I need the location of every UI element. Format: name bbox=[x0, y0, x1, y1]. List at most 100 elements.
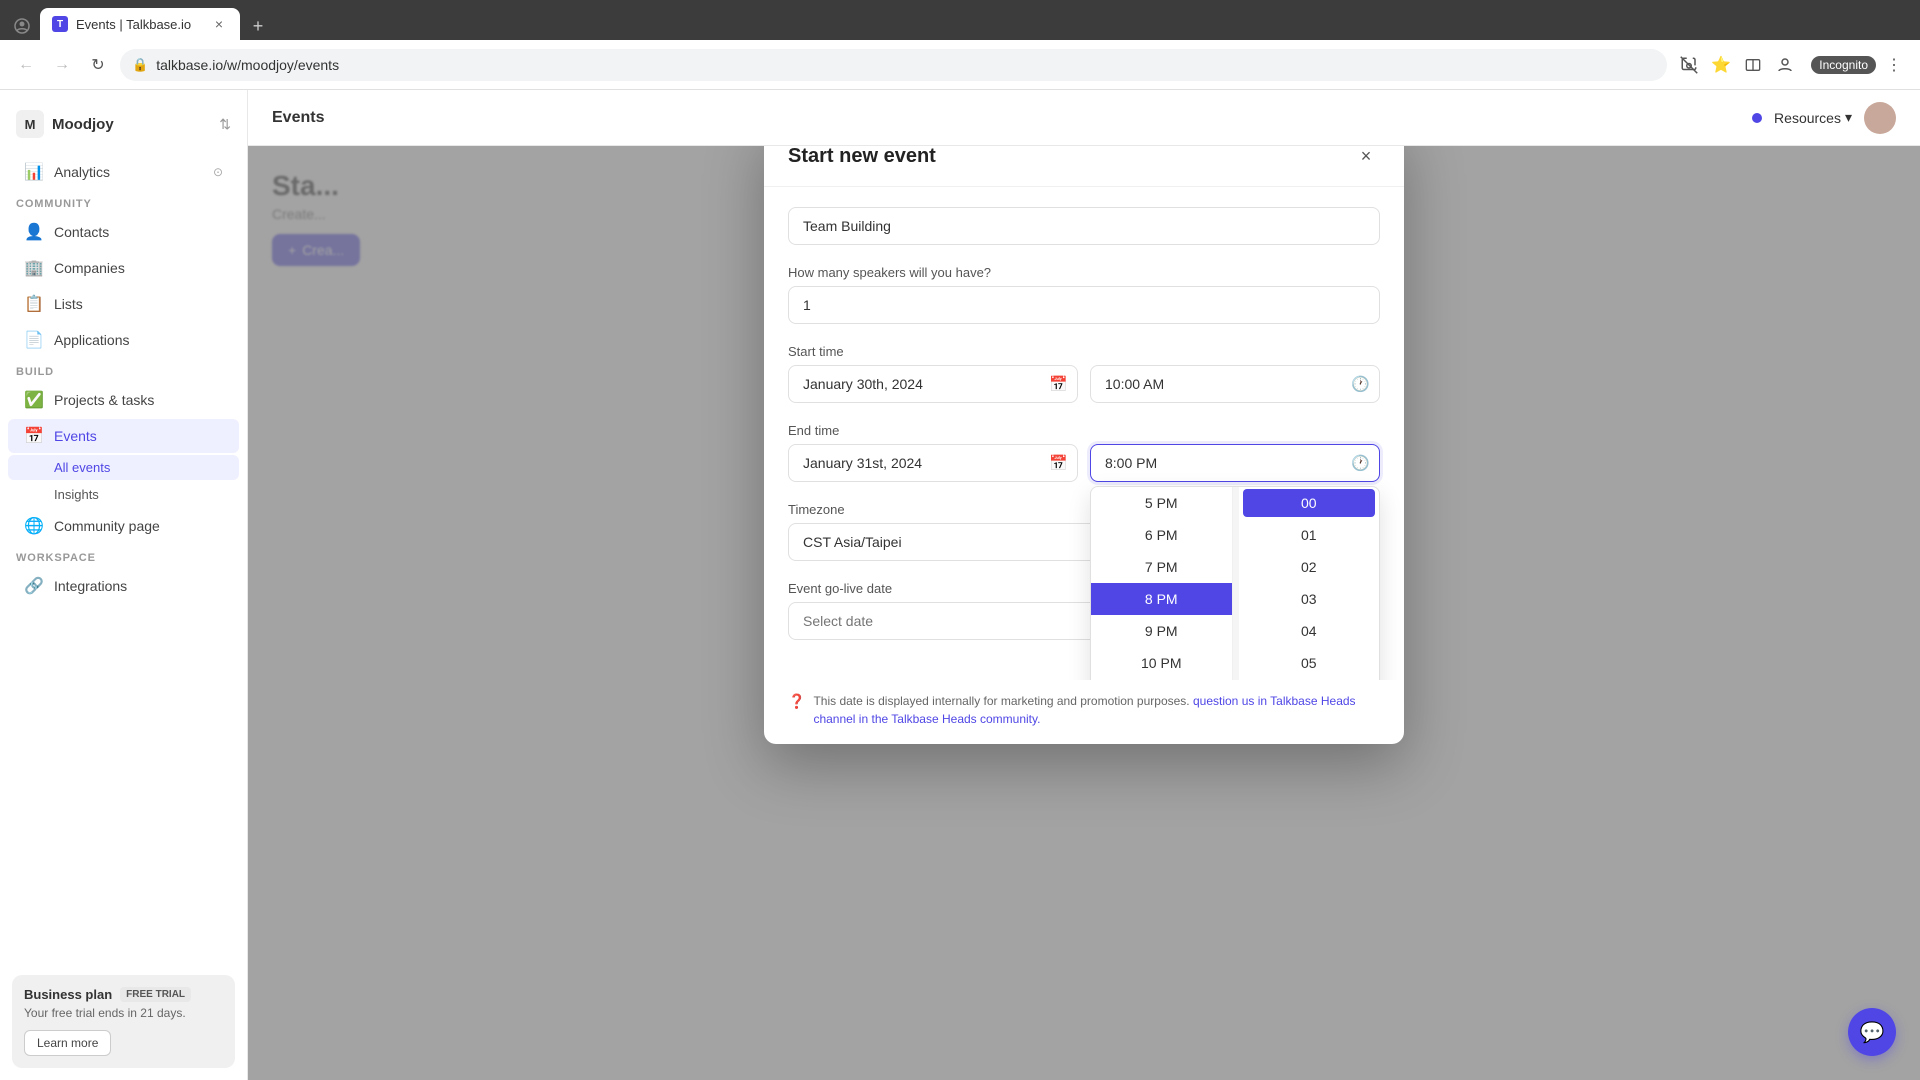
tab-close-button[interactable]: × bbox=[210, 15, 228, 33]
reload-button[interactable]: ↻ bbox=[84, 51, 112, 79]
bp-subtitle: Your free trial ends in 21 days. bbox=[24, 1006, 223, 1020]
hour-7pm[interactable]: 7 PM bbox=[1091, 551, 1232, 583]
modal-footer-note: ❓ This date is displayed internally for … bbox=[764, 680, 1404, 744]
sidebar-label-lists: Lists bbox=[54, 296, 83, 312]
bp-title-row: Business plan FREE TRIAL bbox=[24, 987, 223, 1002]
back-button[interactable]: ← bbox=[12, 51, 40, 79]
end-date-time-row: 📅 🕐 bbox=[788, 444, 1380, 482]
start-date-time-row: 📅 🕐 bbox=[788, 365, 1380, 403]
address-bar-actions: ⭐ Incognito ⋮ bbox=[1675, 51, 1908, 79]
minute-01[interactable]: 01 bbox=[1239, 519, 1380, 551]
analytics-badge: ⊙ bbox=[213, 165, 223, 179]
minute-02[interactable]: 02 bbox=[1239, 551, 1380, 583]
end-time-picker-container: 🕐 5 PM 6 PM 7 PM bbox=[1090, 444, 1380, 482]
modal-overlay: Start new event × How many speakers will… bbox=[248, 146, 1920, 1080]
modal-close-button[interactable]: × bbox=[1352, 146, 1380, 170]
sidebar-label-events: Events bbox=[54, 428, 97, 444]
start-time-wrap: 🕐 bbox=[1090, 365, 1380, 403]
resources-button[interactable]: Resources ▾ bbox=[1774, 109, 1852, 126]
sidebar-brand-name: Moodjoy bbox=[52, 116, 211, 133]
sidebar-item-applications[interactable]: 📄 Applications bbox=[8, 323, 239, 357]
online-status-dot bbox=[1752, 113, 1762, 123]
sidebar-sub-label-all-events: All events bbox=[54, 460, 110, 475]
community-page-icon: 🌐 bbox=[24, 516, 44, 536]
sidebar-brand-header[interactable]: M Moodjoy ⇅ bbox=[0, 102, 247, 146]
note-text: This date is displayed internally for ma… bbox=[813, 692, 1380, 728]
end-time-field: End time 📅 🕐 bbox=[788, 423, 1380, 482]
sidebar-item-community-page[interactable]: 🌐 Community page bbox=[8, 509, 239, 543]
hour-11pm[interactable]: 11 PM bbox=[1091, 679, 1232, 680]
workspace-section-label: WORKSPACE bbox=[0, 544, 247, 568]
start-time-input[interactable] bbox=[1090, 365, 1380, 403]
page-title: Events bbox=[272, 109, 1752, 127]
content-area: Sta... Create... + Crea... Start new eve… bbox=[248, 146, 1920, 1080]
hour-9pm[interactable]: 9 PM bbox=[1091, 615, 1232, 647]
profile-icon[interactable] bbox=[8, 12, 36, 40]
start-date-input[interactable] bbox=[788, 365, 1078, 403]
minute-04[interactable]: 04 bbox=[1239, 615, 1380, 647]
sidebar-item-lists[interactable]: 📋 Lists bbox=[8, 287, 239, 321]
end-calendar-icon: 📅 bbox=[1049, 454, 1068, 472]
end-date-input[interactable] bbox=[788, 444, 1078, 482]
sidebar-sub-label-insights: Insights bbox=[54, 487, 99, 502]
note-icon: ❓ bbox=[788, 693, 805, 710]
top-bar-actions: Resources ▾ bbox=[1752, 102, 1896, 134]
bp-title: Business plan bbox=[24, 987, 112, 1002]
end-time-input[interactable] bbox=[1090, 444, 1380, 482]
star-icon[interactable]: ⭐ bbox=[1707, 51, 1735, 79]
free-trial-badge: FREE TRIAL bbox=[120, 987, 191, 1002]
forward-button[interactable]: → bbox=[48, 51, 76, 79]
sidebar: M Moodjoy ⇅ 📊 Analytics ⊙ COMMUNity 👤 Co… bbox=[0, 90, 248, 1080]
user-avatar[interactable] bbox=[1864, 102, 1896, 134]
sidebar-sub-item-all-events[interactable]: All events bbox=[8, 455, 239, 480]
url-text: talkbase.io/w/moodjoy/events bbox=[156, 57, 1655, 73]
end-date-wrap: 📅 bbox=[788, 444, 1078, 482]
applications-icon: 📄 bbox=[24, 330, 44, 350]
sidebar-item-projects[interactable]: ✅ Projects & tasks bbox=[8, 383, 239, 417]
speakers-input[interactable] bbox=[788, 286, 1380, 324]
bp-learn-more-button[interactable]: Learn more bbox=[24, 1030, 111, 1056]
chat-bubble-button[interactable]: 💬 bbox=[1848, 1008, 1896, 1056]
projects-icon: ✅ bbox=[24, 390, 44, 410]
chevron-down-icon: ▾ bbox=[1845, 109, 1852, 126]
resources-label: Resources bbox=[1774, 110, 1841, 126]
minute-05[interactable]: 05 bbox=[1239, 647, 1380, 679]
camera-off-icon[interactable] bbox=[1675, 51, 1703, 79]
address-bar[interactable]: 🔒 talkbase.io/w/moodjoy/events bbox=[120, 49, 1667, 81]
modal-header: Start new event × bbox=[764, 146, 1404, 187]
sidebar-label-projects: Projects & tasks bbox=[54, 392, 154, 408]
analytics-icon: 📊 bbox=[24, 162, 44, 182]
tab-title: Events | Talkbase.io bbox=[76, 17, 202, 32]
sidebar-item-integrations[interactable]: 🔗 Integrations bbox=[8, 569, 239, 603]
events-icon: 📅 bbox=[24, 426, 44, 446]
sidebar-item-contacts[interactable]: 👤 Contacts bbox=[8, 215, 239, 249]
minutes-column: 00 01 02 03 04 05 bbox=[1239, 487, 1380, 680]
speakers-field: How many speakers will you have? bbox=[788, 265, 1380, 324]
hour-8pm[interactable]: 8 PM bbox=[1091, 583, 1232, 615]
end-time-label: End time bbox=[788, 423, 1380, 438]
sidebar-item-analytics[interactable]: 📊 Analytics ⊙ bbox=[8, 155, 239, 189]
event-name-input[interactable] bbox=[788, 207, 1380, 245]
start-time-label: Start time bbox=[788, 344, 1380, 359]
sidebar-item-companies[interactable]: 🏢 Companies bbox=[8, 251, 239, 285]
hour-6pm[interactable]: 6 PM bbox=[1091, 519, 1232, 551]
chat-bubble-icon: 💬 bbox=[1860, 1020, 1885, 1045]
sidebar-logo: M bbox=[16, 110, 44, 138]
hour-10pm[interactable]: 10 PM bbox=[1091, 647, 1232, 679]
profile-menu-icon[interactable] bbox=[1771, 51, 1799, 79]
tab-bar: T Events | Talkbase.io × + bbox=[0, 0, 1920, 40]
active-tab[interactable]: T Events | Talkbase.io × bbox=[40, 8, 240, 40]
new-tab-button[interactable]: + bbox=[244, 12, 272, 40]
clock-icon: 🕐 bbox=[1351, 375, 1370, 393]
sidebar-expand-icon[interactable]: ⇅ bbox=[219, 116, 231, 133]
integrations-icon: 🔗 bbox=[24, 576, 44, 596]
lock-icon: 🔒 bbox=[132, 57, 148, 73]
sidebar-sub-item-insights[interactable]: Insights bbox=[8, 482, 239, 507]
minute-03[interactable]: 03 bbox=[1239, 583, 1380, 615]
hour-5pm[interactable]: 5 PM bbox=[1091, 487, 1232, 519]
split-view-icon[interactable] bbox=[1739, 51, 1767, 79]
more-options-icon[interactable]: ⋮ bbox=[1880, 51, 1908, 79]
minute-00[interactable]: 00 bbox=[1243, 489, 1376, 517]
sidebar-label-contacts: Contacts bbox=[54, 224, 109, 240]
sidebar-item-events[interactable]: 📅 Events bbox=[8, 419, 239, 453]
